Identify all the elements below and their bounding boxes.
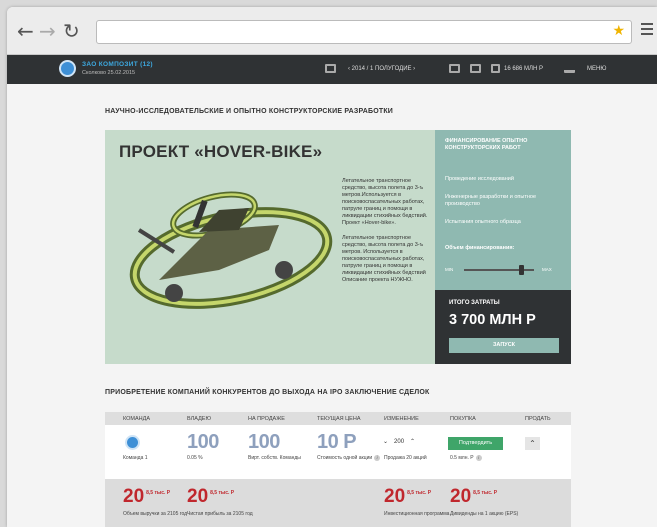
- acquisition-table-header: КОМАНДА ВЛАДЕЮ НА ПРОДАЖЕ ТЕКУЩАЯ ЦЕНА И…: [105, 412, 571, 425]
- sell-expand-button[interactable]: ⌃: [525, 437, 540, 450]
- forward-arrow-icon[interactable]: →: [39, 21, 56, 41]
- funding-volume-label: Объем финансирования:: [445, 245, 515, 251]
- info-icon[interactable]: i: [475, 455, 482, 461]
- hover-bike-image: [129, 191, 333, 309]
- sale-label: Вирт. собств. Команды: [248, 455, 301, 461]
- stat-dividends-delta: 8,5 тыс. Р: [473, 490, 498, 496]
- stat-dividends-label: Дивиденды на 1 акцию (EPS): [450, 511, 519, 517]
- funding-panel: ФИНАНСИРОВАНИЕ ОПЫТНО КОНСТРУКТОРСКИХ РА…: [435, 130, 571, 364]
- confirm-button[interactable]: Подтвердить: [448, 437, 503, 450]
- stat-profit-number: 20: [187, 486, 209, 507]
- company-date: Сколково 25.02.2015: [82, 70, 136, 76]
- stats-row: 20 8,5 тыс. Р Объем выручки за 2105 год 2…: [105, 479, 571, 527]
- buy-amount-text: 0.5 млн. Р: [450, 455, 474, 461]
- project-title: ПРОЕКТ «HOVER-BIKE»: [119, 142, 323, 161]
- back-arrow-icon[interactable]: ←: [17, 21, 34, 41]
- total-cost-value: 3 700 МЛН Р: [449, 312, 536, 328]
- team-icon: [125, 435, 140, 450]
- browser-toolbar: ← → ↻ ★: [7, 7, 657, 55]
- chevron-down-icon[interactable]: ⌄: [383, 438, 388, 445]
- reload-icon[interactable]: ↻: [63, 21, 80, 41]
- stat-investment-label: Инвестиционная программа: [384, 511, 450, 517]
- stage-engineering[interactable]: Инженерные разработки и опытное производ…: [445, 194, 555, 208]
- funds-balance: 16 686 МЛН Р: [504, 66, 543, 72]
- price-label: Стоимость одной акции i: [317, 455, 381, 462]
- stat-revenue-value: 20 8,5 тыс. Р: [123, 486, 170, 508]
- column-header-price: ТЕКУЩАЯ ЦЕНА: [317, 416, 361, 422]
- column-header-own: ВЛАДЕЮ: [187, 416, 212, 422]
- team-name: Команда 1: [123, 455, 148, 461]
- column-header-change: ИЗМЕНЕНИЕ: [384, 416, 419, 422]
- stepper-value: 200: [394, 439, 405, 445]
- info-icon[interactable]: i: [374, 455, 381, 461]
- stat-dividends-number: 20: [450, 486, 472, 507]
- stat-profit-value: 20 8,5 тыс. Р: [187, 486, 234, 508]
- stage-testing[interactable]: Испытания опытного образца: [445, 219, 535, 226]
- table-row: Команда 1 100 0.05 % 100 Вирт. собств. К…: [105, 425, 571, 479]
- slider-max-label: MAX: [542, 267, 552, 272]
- briefcase-icon[interactable]: [470, 64, 481, 73]
- stat-revenue-label: Объем выручки за 2105 год: [123, 511, 188, 517]
- current-price: 10 Р: [317, 431, 357, 453]
- chart-bars-icon[interactable]: [564, 67, 575, 73]
- stat-investment-value: 20 8,5 тыс. Р: [384, 486, 431, 508]
- browser-menu-icon[interactable]: [641, 23, 653, 35]
- quantity-stepper[interactable]: ⌄ 200 ⌃: [380, 438, 418, 450]
- funding-slider[interactable]: MIN MAX: [445, 265, 560, 275]
- price-label-text: Стоимость одной акции: [317, 455, 373, 461]
- stat-profit-delta: 8,5 тыс. Р: [210, 490, 235, 496]
- own-percent: 0.05 %: [187, 455, 203, 461]
- menu-link[interactable]: МЕНЮ: [587, 66, 606, 72]
- column-header-sale: НА ПРОДАЖЕ: [248, 416, 285, 422]
- bookmark-star-icon[interactable]: ★: [612, 23, 625, 39]
- company-logo-icon: [59, 60, 76, 77]
- slider-handle[interactable]: [519, 265, 524, 275]
- stat-investment-delta: 8,5 тыс. Р: [407, 490, 432, 496]
- column-header-sell: ПРОДАТЬ: [525, 416, 551, 422]
- project-card: ПРОЕКТ «HOVER-BIKE» Летательное транспор…: [105, 130, 435, 364]
- launch-button[interactable]: ЗАПУСК: [449, 338, 559, 353]
- stat-profit-label: Чистая прибыль за 2105 год: [187, 511, 253, 517]
- period-selector[interactable]: ‹ 2014 / 1 ПОЛУГОДИЕ ›: [348, 66, 415, 72]
- shares-for-sale: 100: [248, 431, 280, 453]
- book-icon[interactable]: [449, 64, 460, 73]
- address-bar[interactable]: ★: [96, 20, 632, 44]
- stage-research[interactable]: Проведение исследований: [445, 176, 514, 183]
- column-header-team: КОМАНДА: [123, 416, 151, 422]
- browser-window: ← → ↻ ★ ЗАО КОМПОЗИТ (12) Сколково 25.02…: [7, 7, 657, 527]
- main-content: НАУЧНО-ИССЛЕДОВАТЕЛЬСКИЕ И ОПЫТНО КОНСТР…: [7, 84, 657, 527]
- column-header-buy: ПОКУПКА: [450, 416, 476, 422]
- company-name[interactable]: ЗАО КОМПОЗИТ (12): [82, 61, 153, 68]
- slider-min-label: MIN: [445, 267, 454, 272]
- buy-amount: 0.5 млн. Рi: [450, 455, 482, 462]
- own-shares: 100: [187, 431, 219, 453]
- acquisition-section-title: ПРИОБРЕТЕНИЕ КОМПАНИЙ КОНКУРЕНТОВ ДО ВЫХ…: [105, 389, 430, 396]
- building-icon[interactable]: [325, 64, 336, 73]
- stat-investment-number: 20: [384, 486, 406, 507]
- total-cost-box: ИТОГО ЗАТРАТЫ 3 700 МЛН Р ЗАПУСК: [435, 290, 571, 364]
- project-description: Летательное транспортное средство, высот…: [342, 178, 430, 292]
- project-description-2: Летательное транспортное средство, высот…: [342, 235, 426, 283]
- rnd-section-title: НАУЧНО-ИССЛЕДОВАТЕЛЬСКИЕ И ОПЫТНО КОНСТР…: [105, 108, 394, 115]
- change-label: Продажа 20 акций: [384, 455, 427, 461]
- chevron-up-icon[interactable]: ⌃: [410, 438, 415, 445]
- stat-dividends-value: 20 8,5 тыс. Р: [450, 486, 497, 508]
- total-cost-label: ИТОГО ЗАТРАТЫ: [449, 300, 500, 306]
- stat-revenue-delta: 8,5 тыс. Р: [146, 490, 171, 496]
- stat-revenue-number: 20: [123, 486, 145, 507]
- project-description-1: Летательное транспортное средство, высот…: [342, 178, 428, 226]
- money-icon: [491, 64, 500, 73]
- funding-title: ФИНАНСИРОВАНИЕ ОПЫТНО КОНСТРУКТОРСКИХ РА…: [445, 138, 528, 151]
- app-header: ЗАО КОМПОЗИТ (12) Сколково 25.02.2015 ‹ …: [7, 55, 657, 84]
